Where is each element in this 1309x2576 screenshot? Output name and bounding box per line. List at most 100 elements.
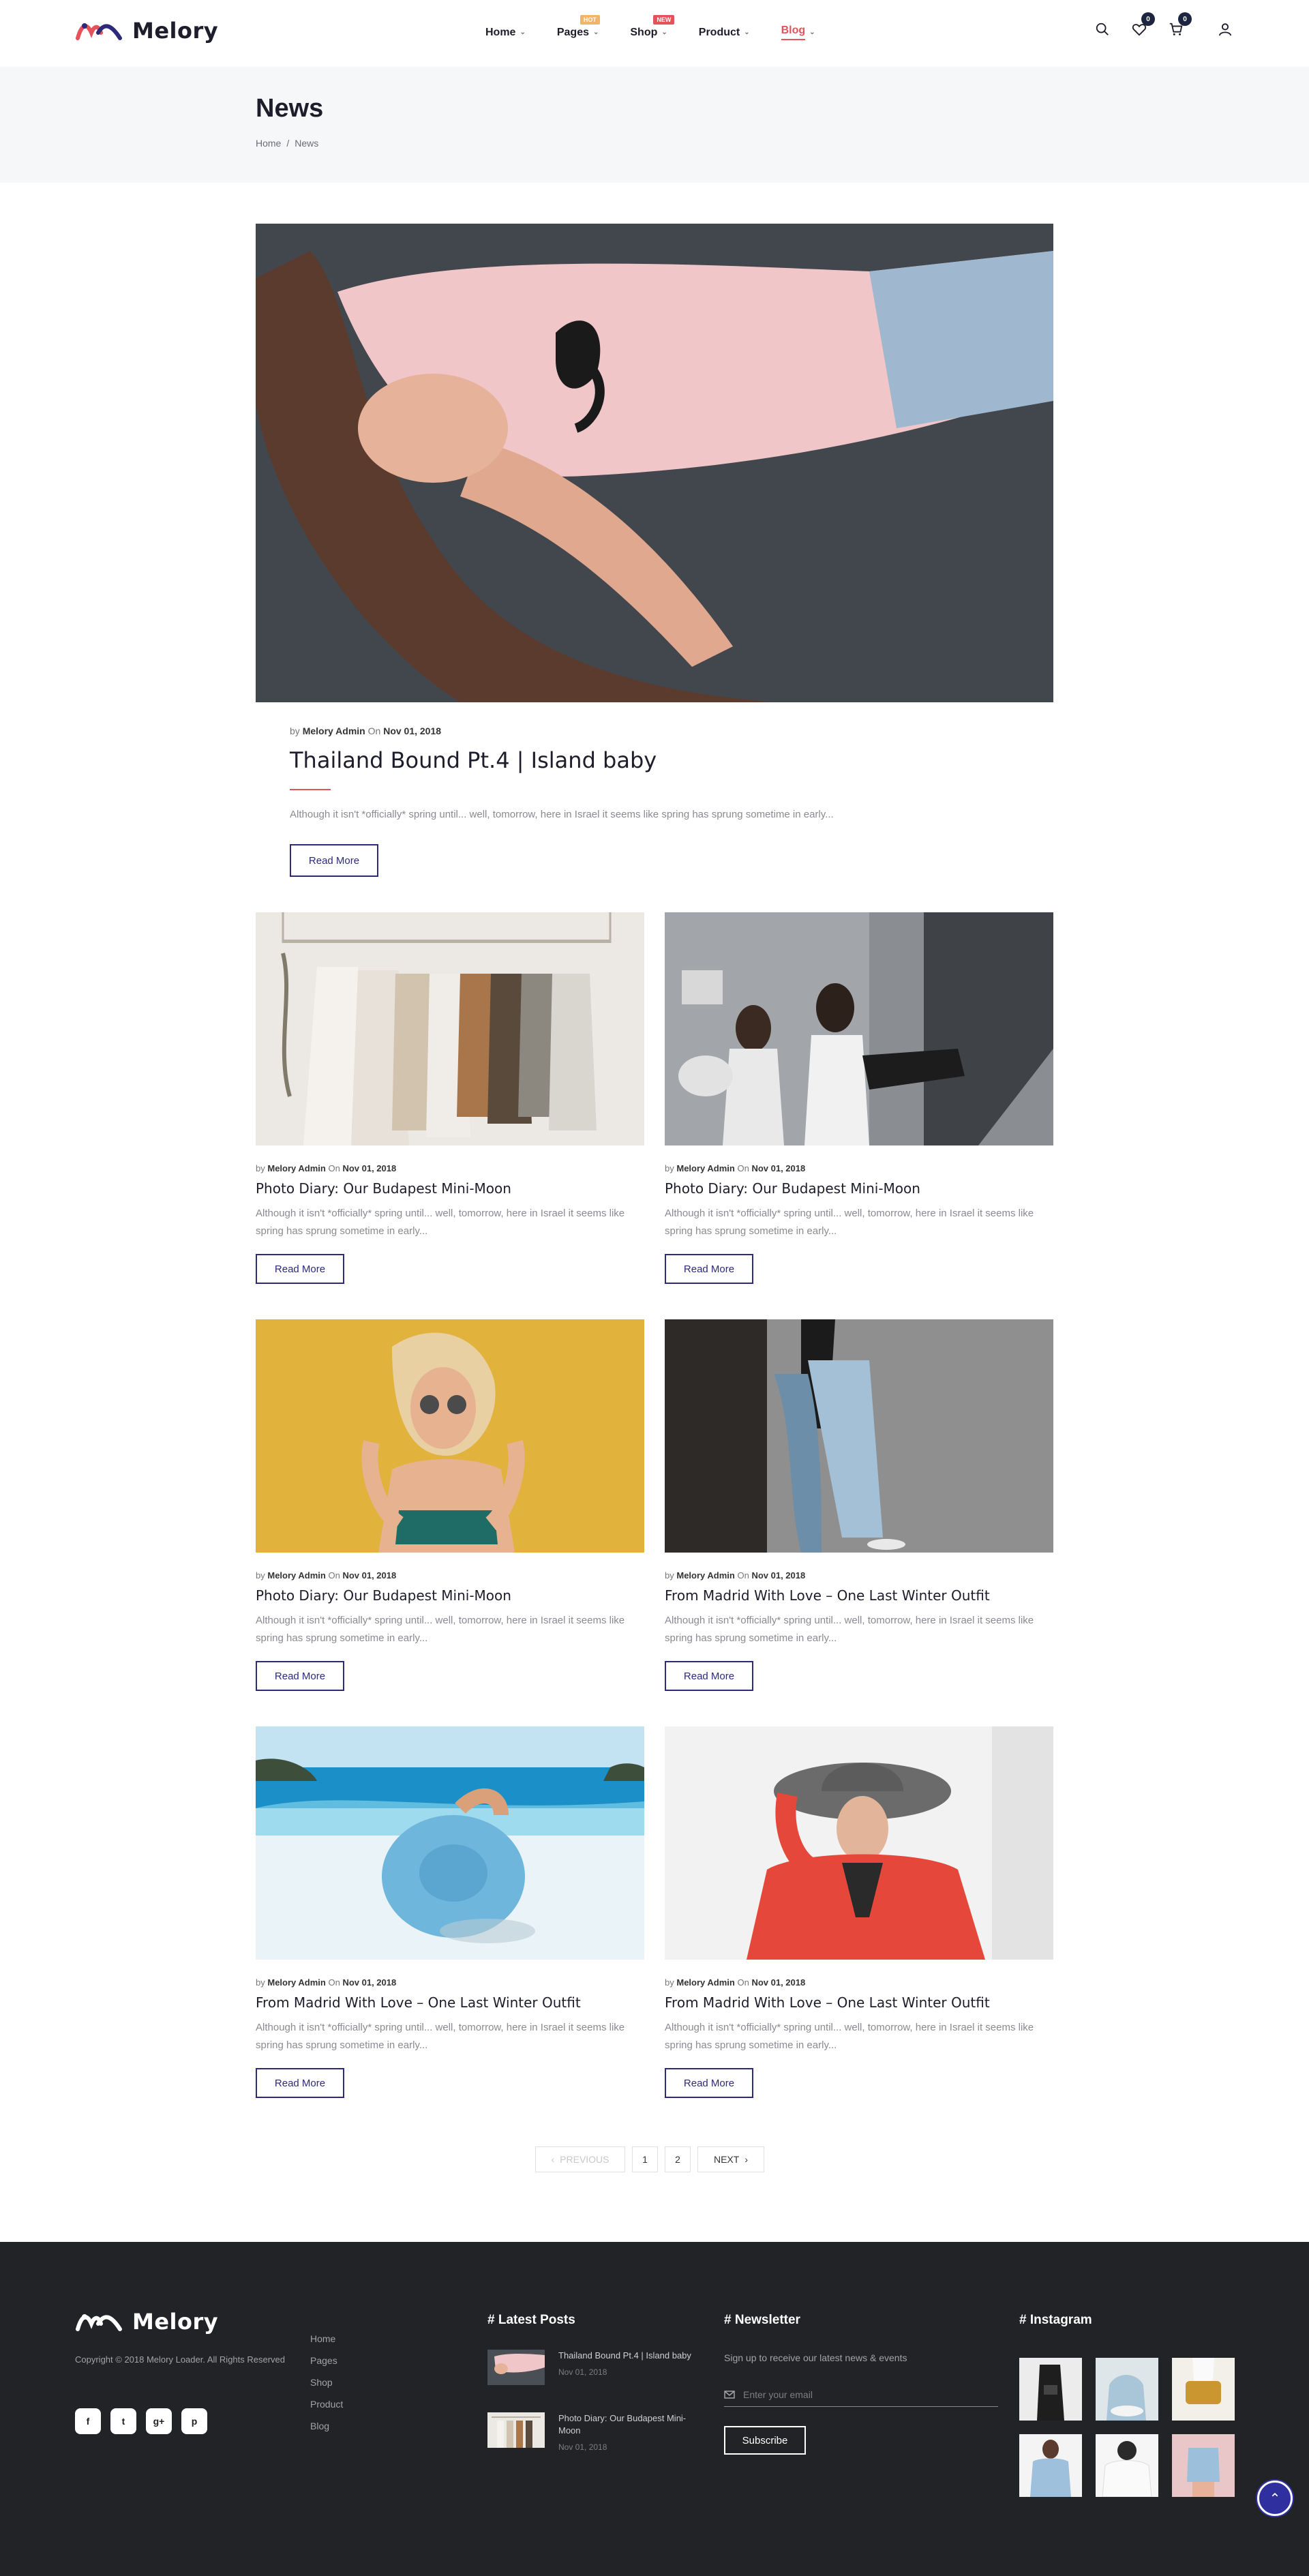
search-button[interactable] — [1094, 20, 1111, 38]
instagram-photo[interactable] — [1096, 2434, 1158, 2497]
pinterest-icon[interactable]: p — [181, 2408, 207, 2434]
page-number-2[interactable]: 2 — [665, 2146, 691, 2172]
footer-link-product[interactable]: Product — [310, 2399, 343, 2410]
new-badge: NEW — [653, 15, 675, 25]
chevron-down-icon: ⌄ — [661, 29, 667, 36]
footer-link-shop[interactable]: Shop — [310, 2377, 343, 2388]
meta-on: On — [367, 725, 381, 736]
footer-latest-post[interactable]: Photo Diary: Our Budapest Mini-Moon Nov … — [487, 2412, 692, 2452]
post-date: Nov 01, 2018 — [751, 1163, 806, 1173]
read-more-button[interactable]: Read More — [256, 1254, 344, 1284]
post-title[interactable]: Photo Diary: Our Budapest Mini-Moon — [256, 1180, 644, 1197]
post-author[interactable]: Melory Admin — [267, 1163, 325, 1173]
post-author[interactable]: Melory Admin — [267, 1570, 325, 1581]
post-image[interactable] — [256, 1319, 644, 1553]
instagram-photo[interactable] — [1172, 2434, 1235, 2497]
featured-post-title[interactable]: Thailand Bound Pt.4 | Island baby — [290, 747, 657, 773]
post-author[interactable]: Melory Admin — [676, 1570, 734, 1581]
instagram-heading: # Instagram — [1019, 2313, 1092, 2327]
post-image[interactable] — [256, 912, 644, 1145]
footer-latest-post[interactable]: Thailand Bound Pt.4 | Island baby Nov 01… — [487, 2350, 692, 2385]
latest-post-title: Thailand Bound Pt.4 | Island baby — [558, 2350, 691, 2361]
post-meta: by Melory Admin On Nov 01, 2018 — [665, 1977, 1053, 1988]
nav-label: Home — [485, 26, 516, 38]
post-image[interactable] — [665, 1319, 1053, 1553]
instagram-photo[interactable] — [1096, 2358, 1158, 2421]
post-card: by Melory Admin On Nov 01, 2018 Photo Di… — [665, 912, 1053, 1284]
meta-on: On — [737, 1570, 749, 1581]
chevron-down-icon: ⌄ — [592, 29, 599, 36]
featured-post-excerpt: Although it isn't *officially* spring un… — [290, 809, 834, 820]
read-more-button[interactable]: Read More — [665, 2068, 753, 2098]
featured-post-image[interactable] — [256, 224, 1053, 702]
latest-post-thumb — [487, 2350, 545, 2385]
next-label: NEXT — [713, 2154, 740, 2165]
page-number-1[interactable]: 1 — [632, 2146, 658, 2172]
nav-item-product[interactable]: Product ⌄ — [699, 25, 750, 40]
post-image[interactable] — [665, 1726, 1053, 1960]
post-title[interactable]: From Madrid With Love – One Last Winter … — [665, 1587, 1053, 1604]
previous-label: PREVIOUS — [560, 2154, 610, 2165]
breadcrumb-home[interactable]: Home — [256, 138, 281, 149]
featured-read-more-button[interactable]: Read More — [290, 844, 378, 877]
email-field[interactable]: Enter your email — [724, 2382, 998, 2407]
logo[interactable]: Melory — [75, 18, 218, 44]
featured-post-meta: by Melory Admin On Nov 01, 2018 — [290, 725, 441, 736]
logo-mark-icon — [76, 2314, 122, 2331]
post-title[interactable]: From Madrid With Love – One Last Winter … — [256, 1994, 644, 2011]
post-photo — [665, 1726, 1053, 1960]
account-button[interactable] — [1216, 20, 1234, 38]
cart-button[interactable]: 0 — [1167, 12, 1192, 38]
chevron-down-icon: ⌄ — [809, 29, 815, 36]
cart-count: 0 — [1178, 12, 1192, 26]
newsletter-text: Sign up to receive our latest news & eve… — [724, 2352, 907, 2363]
post-author[interactable]: Melory Admin — [303, 725, 365, 736]
chevron-right-icon: › — [744, 2154, 748, 2165]
nav-item-shop[interactable]: NEW Shop ⌄ — [630, 15, 675, 40]
footer-link-pages[interactable]: Pages — [310, 2355, 343, 2366]
nav-item-pages[interactable]: HOT Pages ⌄ — [556, 15, 600, 40]
previous-page-button[interactable]: ‹ PREVIOUS — [535, 2146, 625, 2172]
post-date: Nov 01, 2018 — [383, 725, 442, 736]
post-meta: by Melory Admin On Nov 01, 2018 — [256, 1977, 644, 1988]
post-meta: by Melory Admin On Nov 01, 2018 — [665, 1570, 1053, 1581]
breadcrumb: Home / News — [256, 138, 318, 149]
header-actions: 0 0 — [1094, 12, 1234, 38]
post-author[interactable]: Melory Admin — [676, 1977, 734, 1988]
google-plus-icon[interactable]: g+ — [146, 2408, 172, 2434]
instagram-photo[interactable] — [1172, 2358, 1235, 2421]
instagram-photo[interactable] — [1019, 2358, 1082, 2421]
logo-mark-icon — [76, 23, 122, 40]
footer-logo[interactable]: Melory — [75, 2309, 218, 2335]
footer-link-blog[interactable]: Blog — [310, 2421, 343, 2431]
post-title[interactable]: Photo Diary: Our Budapest Mini-Moon — [256, 1587, 644, 1604]
post-author[interactable]: Melory Admin — [267, 1977, 325, 1988]
back-to-top-button[interactable]: ⌃ — [1257, 2481, 1293, 2516]
read-more-button[interactable]: Read More — [665, 1254, 753, 1284]
post-title[interactable]: From Madrid With Love – One Last Winter … — [665, 1994, 1053, 2011]
footer-link-home[interactable]: Home — [310, 2333, 343, 2344]
twitter-icon[interactable]: t — [110, 2408, 136, 2434]
post-date: Nov 01, 2018 — [751, 1977, 806, 1988]
nav-label: Shop — [630, 26, 658, 38]
meta-by: by — [256, 1163, 265, 1173]
facebook-icon[interactable]: f — [75, 2408, 101, 2434]
read-more-button[interactable]: Read More — [256, 2068, 344, 2098]
read-more-button[interactable]: Read More — [665, 1661, 753, 1691]
post-meta: by Melory Admin On Nov 01, 2018 — [256, 1570, 644, 1581]
post-image[interactable] — [665, 912, 1053, 1145]
post-title[interactable]: Photo Diary: Our Budapest Mini-Moon — [665, 1180, 1053, 1197]
post-photo — [665, 1319, 1053, 1553]
nav-label: Pages — [556, 26, 589, 38]
post-image[interactable] — [256, 1726, 644, 1960]
post-photo — [256, 1319, 644, 1553]
latest-post-title: Photo Diary: Our Budapest Mini-Moon — [558, 2413, 687, 2436]
nav-item-blog[interactable]: Blog ⌄ — [781, 25, 815, 40]
wishlist-button[interactable]: 0 — [1130, 12, 1155, 38]
subscribe-button[interactable]: Subscribe — [724, 2426, 806, 2455]
read-more-button[interactable]: Read More — [256, 1661, 344, 1691]
instagram-photo[interactable] — [1019, 2434, 1082, 2497]
nav-item-home[interactable]: Home ⌄ — [485, 25, 526, 40]
next-page-button[interactable]: NEXT › — [697, 2146, 764, 2172]
post-author[interactable]: Melory Admin — [676, 1163, 734, 1173]
